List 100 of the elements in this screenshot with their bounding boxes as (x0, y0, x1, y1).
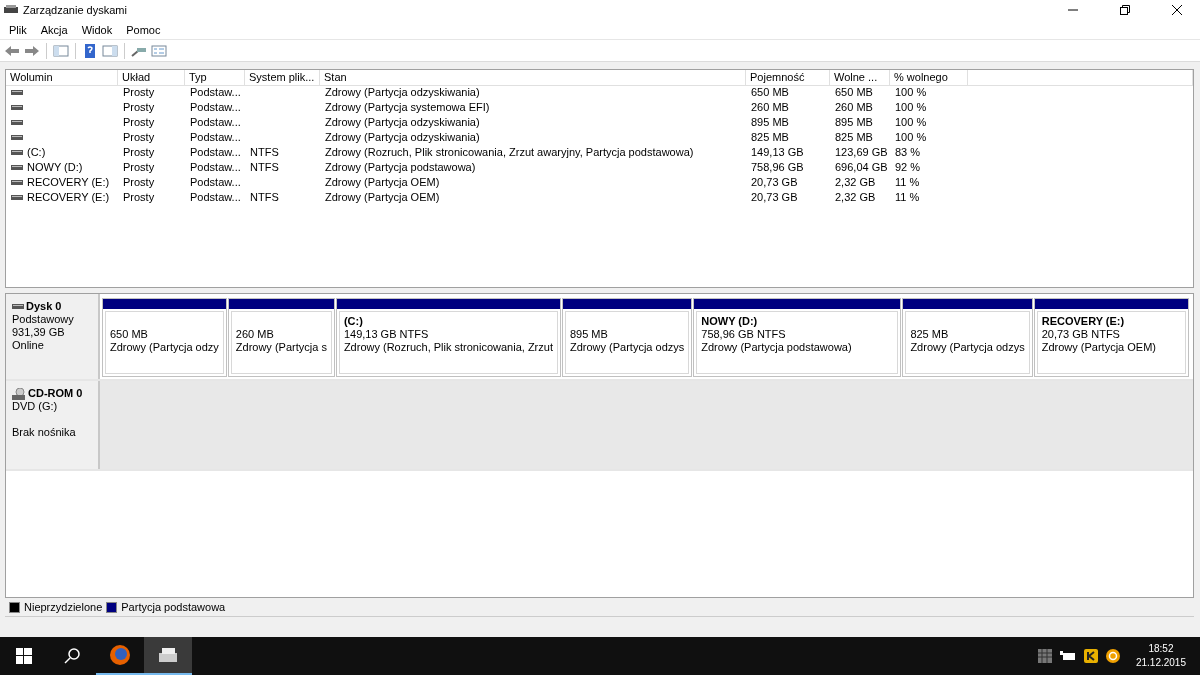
app-tray-icon[interactable] (1083, 649, 1098, 663)
menu-item[interactable]: Widok (74, 23, 120, 36)
column-header[interactable]: Pojemność (746, 70, 830, 86)
table-cell: 260 MB (835, 100, 873, 115)
disk-name: CD-ROM 0 (28, 387, 83, 400)
browser-logo-icon (109, 644, 131, 666)
drive-icon (11, 135, 23, 140)
partition-status: Zdrowy (Rozruch, Plik stronicowania, Zrzut (343, 341, 553, 354)
table-cell: Zdrowy (Partycja systemowa EFI) (325, 100, 490, 115)
column-header[interactable]: Wolumin (6, 70, 118, 86)
table-cell: 2,32 GB (835, 190, 876, 205)
drive-icon (11, 120, 23, 125)
clock[interactable]: 18:52 21.12.2015 (1135, 642, 1186, 670)
partition-label: (C:) (343, 315, 364, 328)
table-cell: Zdrowy (Rozruch, Plik stronicowania, Zrzut awaryjny, Partycja podstawowa) (325, 145, 694, 160)
partition-status: Zdrowy (Partycja odzys (569, 341, 685, 354)
partition-size: 758,96 GB NTFS (701, 328, 787, 341)
partition-block[interactable]: 895 MB Zdrowy (Partycja odzys (561, 298, 693, 377)
help-icon[interactable] (82, 43, 98, 58)
table-cell: 100 % (895, 100, 927, 115)
table-cell: Prosty (123, 115, 155, 130)
partition-label: NOWY (D:) (701, 315, 759, 328)
menu-item[interactable]: Pomoc (119, 23, 168, 36)
menu-item[interactable]: Akcja (33, 23, 75, 36)
battery-icon[interactable] (1059, 651, 1076, 661)
forward-arrow-icon[interactable] (24, 43, 40, 58)
partition-block[interactable]: RECOVERY (E:) 20,73 GB NTFS Zdrowy (Partycja OEM) (1033, 298, 1189, 377)
table-cell: 650 MB (835, 85, 873, 100)
column-header[interactable]: Typ (185, 70, 245, 86)
legend-label: Nieprzydzielone (24, 601, 103, 613)
drive-icon (12, 304, 24, 309)
column-header[interactable]: Układ (118, 70, 185, 86)
table-cell: RECOVERY (E:) (27, 190, 110, 205)
table-cell: Podstaw... (190, 115, 241, 130)
table-cell: Zdrowy (Partycja odzyskiwania) (325, 85, 480, 100)
partition-block[interactable]: NOWY (D:) 758,96 GB NTFS Zdrowy (Partycja podstawowa) (693, 298, 902, 377)
column-header[interactable]: System plik... (245, 70, 320, 86)
partition-block[interactable]: 650 MB Zdrowy (Partycja odzy (102, 298, 227, 377)
table-cell: 650 MB (751, 85, 789, 100)
table-cell: Podstaw... (190, 130, 241, 145)
table-cell: 825 MB (835, 130, 873, 145)
table-cell: 149,13 GB (751, 145, 804, 160)
table-cell: Podstaw... (190, 175, 241, 190)
partition-size: 20,73 GB NTFS (1041, 328, 1121, 341)
table-cell: Prosty (123, 130, 155, 145)
table-cell: 2,32 GB (835, 175, 876, 190)
table-cell: 20,73 GB (751, 190, 798, 205)
table-cell: Prosty (123, 100, 155, 115)
windows-logo-icon (16, 648, 32, 664)
keyboard-icon[interactable] (1037, 649, 1052, 663)
table-cell: 696,04 GB (835, 160, 888, 175)
app-tray-icon[interactable] (1105, 649, 1120, 663)
partition-block[interactable]: (C:) 149,13 GB NTFS Zdrowy (Rozruch, Plik stronicowania, Zrzut (335, 298, 561, 377)
partition-size: 650 MB (110, 328, 149, 341)
table-cell: Podstaw... (190, 85, 241, 100)
partition-status: Zdrowy (Partycja odzys (910, 341, 1025, 354)
disk-detail: Brak nośnika (12, 426, 77, 439)
partition-status: Zdrowy (Partycja podstawowa) (701, 341, 853, 354)
table-cell: NOWY (D:) (27, 160, 83, 175)
table-cell: NTFS (250, 190, 279, 205)
menu-item[interactable]: Plik (2, 23, 34, 36)
table-cell: 895 MB (751, 115, 789, 130)
partition-block[interactable]: 260 MB Zdrowy (Partycja s (227, 298, 335, 377)
partition-size: 149,13 GB NTFS (343, 328, 430, 341)
partition-label: RECOVERY (E:) (1041, 315, 1126, 328)
table-cell: Zdrowy (Partycja OEM) (325, 190, 440, 205)
table-cell: 11 % (895, 190, 920, 205)
partition-block[interactable]: 825 MB Zdrowy (Partycja odzys (902, 298, 1033, 377)
table-cell: Zdrowy (Partycja odzyskiwania) (325, 130, 480, 145)
clock-date: 21.12.2015 (1135, 656, 1186, 670)
cd-drive-icon (12, 387, 26, 400)
table-cell: NTFS (250, 145, 279, 160)
disk-management-icon (158, 647, 178, 663)
table-cell: Podstaw... (190, 160, 241, 175)
partition-size: 895 MB (569, 328, 609, 341)
partition-status: Zdrowy (Partycja s (235, 341, 327, 354)
column-header[interactable]: % wolnego (890, 70, 968, 86)
clock-time: 18:52 (1148, 642, 1174, 656)
table-cell: (C:) (27, 145, 46, 160)
table-cell: 20,73 GB (751, 175, 798, 190)
table-cell: 11 % (895, 175, 920, 190)
back-arrow-icon[interactable] (4, 43, 20, 58)
partition-size: 825 MB (910, 328, 950, 341)
table-cell: 123,69 GB (835, 145, 888, 160)
table-cell: 895 MB (835, 115, 873, 130)
table-cell: 758,96 GB (751, 160, 804, 175)
column-header[interactable]: Wolne ... (830, 70, 890, 86)
table-cell: Zdrowy (Partycja odzyskiwania) (325, 115, 480, 130)
disk-management-taskbar-button[interactable] (144, 637, 192, 675)
column-header[interactable]: Stan (320, 70, 746, 86)
table-cell: Podstaw... (190, 190, 241, 205)
disk-detail: DVD (G:) (12, 400, 59, 413)
partition-size: 260 MB (235, 328, 275, 341)
table-cell: 260 MB (751, 100, 789, 115)
table-cell: Prosty (123, 160, 155, 175)
table-cell: Prosty (123, 175, 155, 190)
drive-icon (11, 165, 23, 170)
partition-status: Zdrowy (Partycja odzy (110, 341, 219, 354)
table-cell: 100 % (895, 130, 927, 145)
table-cell: Prosty (123, 85, 155, 100)
